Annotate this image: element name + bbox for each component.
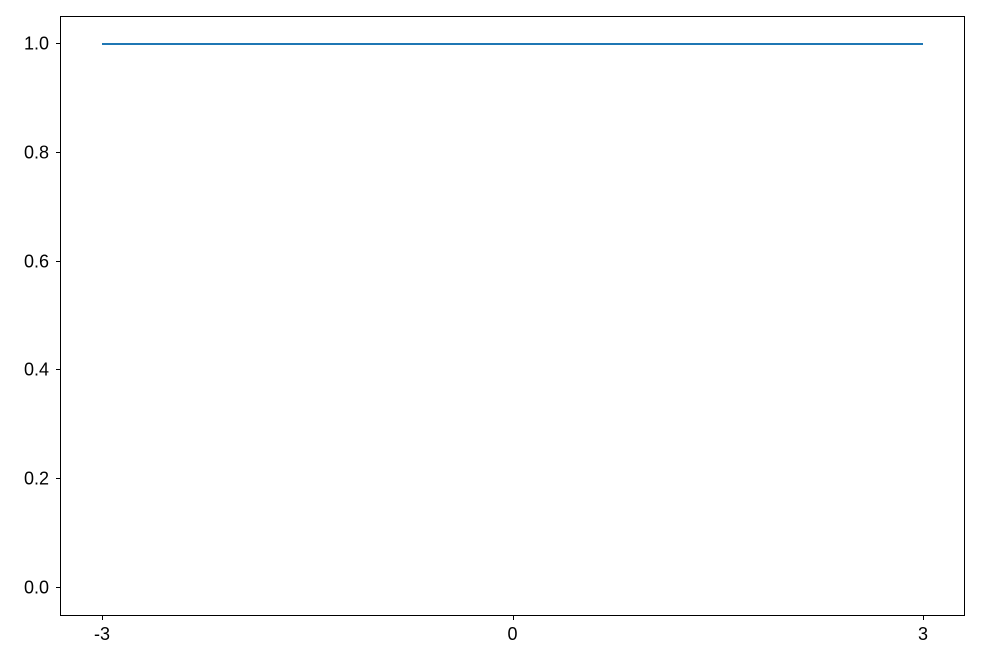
y-tick-label: 0.2 [49, 469, 74, 490]
chart-container: -3 0 3 0.0 0.2 0.4 0.6 0.8 1.0 [60, 16, 965, 616]
y-tick-label: 0.6 [49, 251, 74, 272]
plot-area: -3 0 3 0.0 0.2 0.4 0.6 0.8 1.0 [60, 16, 965, 616]
x-tick [513, 615, 514, 620]
data-line [102, 43, 923, 45]
x-tick [102, 615, 103, 620]
x-tick [923, 615, 924, 620]
y-tick-label: 0.0 [49, 577, 74, 598]
y-tick-label: 1.0 [49, 34, 74, 55]
x-tick-label: 0 [507, 624, 517, 645]
x-tick-label: -3 [94, 624, 110, 645]
y-tick-label: 0.8 [49, 142, 74, 163]
x-tick-label: 3 [918, 624, 928, 645]
y-tick-label: 0.4 [49, 360, 74, 381]
